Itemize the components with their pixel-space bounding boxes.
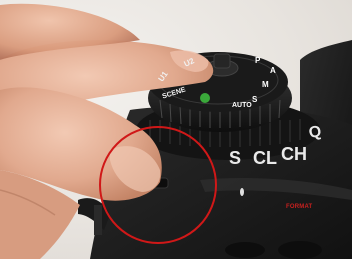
mode-dial-label-auto: AUTO <box>232 102 252 109</box>
photo-frame: SCENE U1 U2 P A M S AUTO S CL CH Q FORMA… <box>0 0 352 259</box>
format-button-label: FORMAT <box>286 204 313 210</box>
camera-photo <box>0 3 352 259</box>
auto-mode-green-icon <box>200 93 210 103</box>
release-mode-label-s: S <box>229 148 242 168</box>
release-mode-label-ch: CH <box>281 144 307 164</box>
mode-dial-label-a: A <box>270 66 276 75</box>
release-mode-label-cl: CL <box>253 148 277 168</box>
mode-dial-label-p: P <box>255 56 261 65</box>
mode-dial-label-s: S <box>252 95 258 104</box>
mode-dial-label-m: M <box>262 80 269 89</box>
